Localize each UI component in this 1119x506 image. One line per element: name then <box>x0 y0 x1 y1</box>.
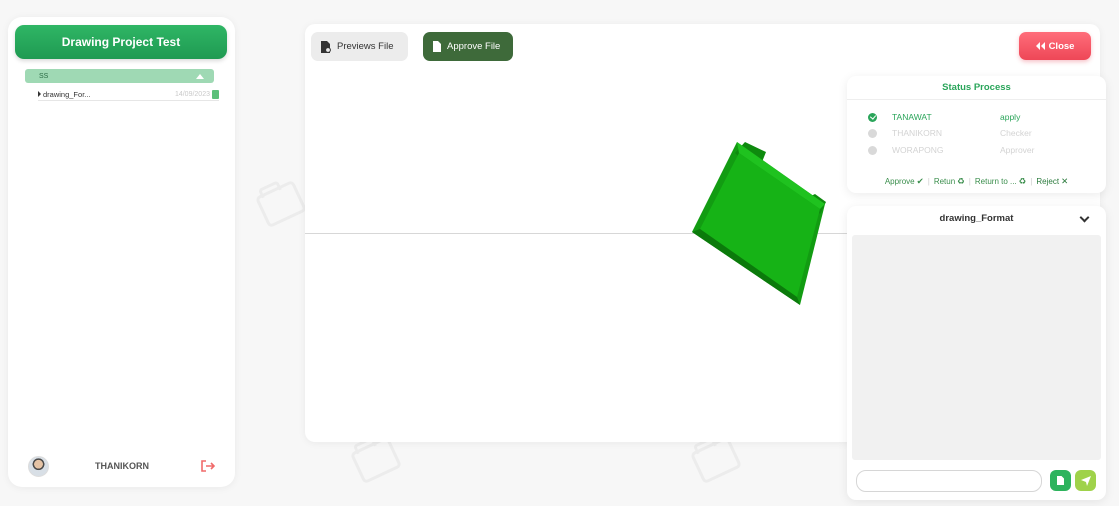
file-icon <box>1057 476 1064 485</box>
close-icon: ✕ <box>1061 176 1069 186</box>
file-list-item[interactable]: drawing_For... 14/09/2023 <box>38 88 219 101</box>
previews-file-button[interactable]: Previews File <box>311 32 408 61</box>
message-list[interactable] <box>852 235 1101 460</box>
pending-circle-icon <box>868 145 877 155</box>
recycle-icon: ♻ <box>957 176 965 186</box>
status-process-panel: Status Process TANAWAT apply THANIKORN C… <box>847 76 1106 193</box>
folder-name: SS <box>39 72 49 80</box>
reject-action[interactable]: Reject ✕ <box>1036 176 1068 187</box>
check-circle-icon <box>868 112 877 122</box>
divider: | <box>927 177 930 186</box>
return-to-label: Return to ... <box>974 177 1017 186</box>
close-button[interactable]: Close <box>1019 32 1091 60</box>
send-button[interactable] <box>1075 470 1096 491</box>
sidebar: Drawing Project Test SS drawing_For... 1… <box>8 17 235 487</box>
3d-model[interactable] <box>690 139 840 314</box>
check-icon: ✔ <box>916 176 924 186</box>
status-step-2: THANIKORN Checker <box>868 126 1088 140</box>
comment-panel-header[interactable]: drawing_Format <box>847 206 1106 230</box>
folder-row[interactable]: SS <box>25 69 214 83</box>
status-panel-title: Status Process <box>847 76 1106 100</box>
file-preview-icon <box>321 40 331 53</box>
avatar[interactable] <box>28 455 49 477</box>
status-step-3: WORAPONG Approver <box>868 143 1088 157</box>
return-label: Retun <box>933 177 956 186</box>
divider: | <box>1030 177 1033 186</box>
recycle-icon: ♻ <box>1018 176 1027 186</box>
return-action[interactable]: Retun ♻ <box>934 176 965 187</box>
approve-file-label: Approve File <box>447 41 501 52</box>
step-user: THANIKORN <box>892 128 943 138</box>
caret-right-icon <box>38 91 41 97</box>
step-user: WORAPONG <box>892 145 944 155</box>
approve-file-button[interactable]: Approve File <box>423 32 513 61</box>
file-icon <box>212 89 219 99</box>
comment-panel-title: drawing_Format <box>939 212 1014 224</box>
return-to-action[interactable]: Return to ... ♻ <box>975 176 1026 187</box>
background-folder-icon <box>349 435 403 485</box>
send-icon <box>1080 475 1091 486</box>
step-role: Approver <box>1000 145 1035 155</box>
user-profile: THANIKORN <box>28 454 218 478</box>
step-user: TANAWAT <box>892 112 932 122</box>
previews-file-label: Previews File <box>337 41 394 52</box>
username: THANIKORN <box>95 461 149 471</box>
close-label: Close <box>1048 40 1075 52</box>
step-role: Checker <box>1000 128 1032 138</box>
file-name: drawing_For... <box>43 89 91 99</box>
message-input[interactable] <box>856 470 1042 492</box>
background-folder-icon <box>689 435 743 485</box>
divider: | <box>968 177 971 186</box>
status-actions: Approve ✔ | Retun ♻ | Return to ... ♻ | Rej… <box>847 176 1106 187</box>
comment-panel: drawing_Format <box>847 206 1106 500</box>
reject-label: Reject <box>1036 177 1060 186</box>
double-chevron-left-icon <box>1035 42 1045 50</box>
chevron-down-icon[interactable] <box>1079 212 1090 223</box>
background-folder-icon <box>254 179 308 229</box>
file-date: 14/09/2023 <box>174 90 210 98</box>
approve-label: Approve <box>884 177 915 186</box>
approve-action[interactable]: Approve ✔ <box>885 176 924 187</box>
project-title-button[interactable]: Drawing Project Test <box>15 25 227 59</box>
step-role: apply <box>1000 112 1021 122</box>
logout-icon[interactable] <box>200 459 216 473</box>
file-icon <box>433 41 441 52</box>
status-step-1: TANAWAT apply <box>868 110 1088 124</box>
pending-circle-icon <box>868 128 877 138</box>
attach-file-button[interactable] <box>1050 470 1071 491</box>
collapse-icon[interactable] <box>196 73 204 79</box>
